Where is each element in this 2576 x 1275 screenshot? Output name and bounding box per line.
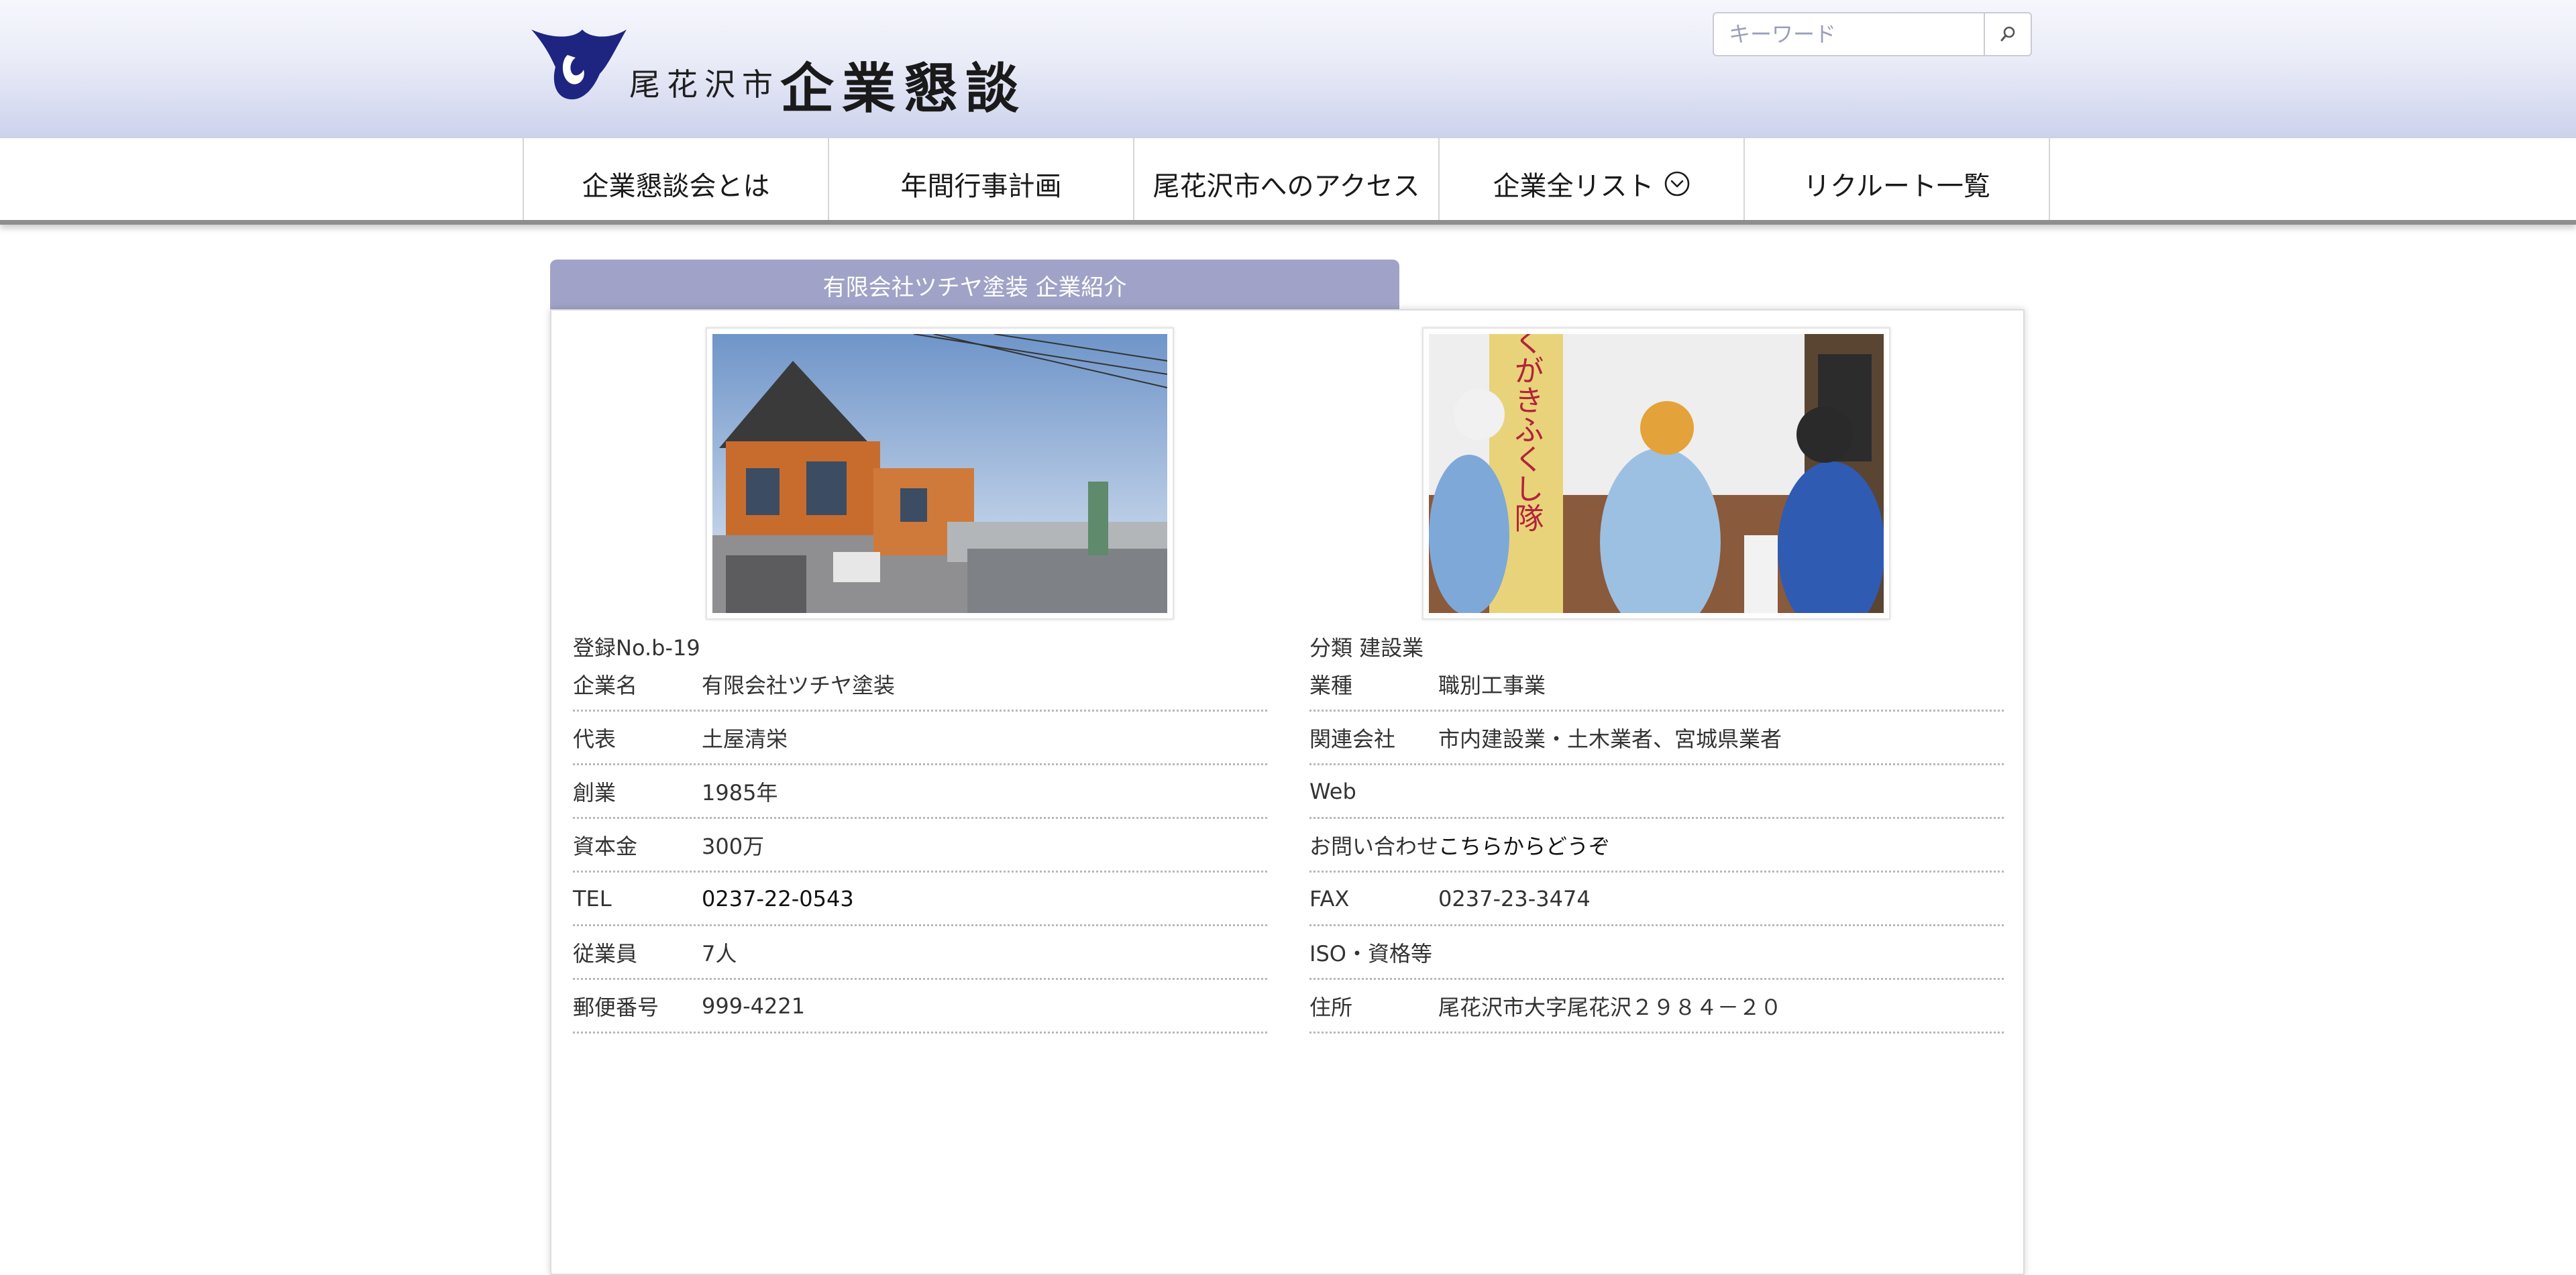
phone-link[interactable]: 0237-22-0543 <box>702 886 854 911</box>
nav-item-recruit[interactable]: リクルート一覧 <box>1745 138 2050 220</box>
workers-image: らくがきふくし隊 <box>1429 334 1884 613</box>
table-row: TEL 0237-22-0543 <box>573 873 1267 926</box>
row-label: 資本金 <box>573 833 638 859</box>
row-value: 7人 <box>702 940 737 966</box>
company-title: 有限会社ツチヤ塗装 企業紹介 <box>822 274 1127 301</box>
table-row: 創業 1985年 <box>573 765 1267 819</box>
row-label: 創業 <box>573 779 616 806</box>
row-value: 300万 <box>702 833 765 859</box>
chevron-down-icon <box>1664 171 1689 197</box>
row-value: 市内建設業・土木業者、宮城県業者 <box>1438 726 1782 752</box>
building-image <box>712 334 1167 613</box>
row-label: FAX <box>1309 885 1350 911</box>
table-row: FAX 0237-23-3474 <box>1309 873 2004 926</box>
row-value: 有限会社ツチヤ塗装 <box>702 672 896 698</box>
nav-item-label: 年間行事計画 <box>900 171 1062 202</box>
banner-text: らくがきふくし隊 <box>1509 334 1544 533</box>
nav-item-about[interactable]: 企業懇談会とは <box>524 138 829 220</box>
table-row: 企業名 有限会社ツチヤ塗装 <box>573 658 1267 712</box>
row-value: 1985年 <box>702 779 778 806</box>
row-label: 住所 <box>1309 994 1353 1020</box>
table-row: Web <box>1309 765 2004 819</box>
site-logo[interactable]: 尾花沢市 企業懇談会 <box>529 25 1065 198</box>
nav-item-label: 尾花沢市へのアクセス <box>1152 171 1420 202</box>
row-label: ISO・資格等 <box>1309 940 1432 966</box>
search-icon <box>2000 26 2015 42</box>
work-photo[interactable]: らくがきふくし隊 <box>1422 327 1890 620</box>
row-label: お問い合わせ <box>1309 833 1439 859</box>
main-nav: 企業懇談会とは 年間行事計画 尾花沢市へのアクセス 企業全リスト リクルート一覧 <box>0 138 2576 225</box>
nav-item-label: 企業全リスト <box>1493 171 1654 202</box>
row-label: 代表 <box>573 726 616 752</box>
table-row: 代表 土屋清栄 <box>573 712 1267 765</box>
building-photo[interactable] <box>706 327 1174 620</box>
row-value: 尾花沢市大字尾花沢２９８４－２０ <box>1438 994 1782 1020</box>
row-value: 土屋清栄 <box>702 726 788 752</box>
table-row: 住所 尾花沢市大字尾花沢２９８４－２０ <box>1309 980 2004 1034</box>
search-box <box>1713 12 2032 56</box>
row-value: 0237-23-3474 <box>1438 885 1591 911</box>
city-emblem-icon <box>531 30 627 100</box>
row-label: 企業名 <box>573 672 638 698</box>
company-detail-table: 企業名 有限会社ツチヤ塗装 代表 土屋清栄 創業 1985年 資本金 300万 … <box>573 658 1267 1034</box>
company-detail-table-right: 業種 職別工事業 関連会社 市内建設業・土木業者、宮城県業者 Web お問い合わ… <box>1309 658 2004 1034</box>
row-label: Web <box>1309 778 1356 804</box>
nav-list: 企業懇談会とは 年間行事計画 尾花沢市へのアクセス 企業全リスト リクルート一覧 <box>523 138 2050 220</box>
search-button[interactable] <box>1984 12 2032 56</box>
search-input[interactable] <box>1713 12 1984 56</box>
table-row: お問い合わせ こちらからどうぞ <box>1309 819 2004 873</box>
table-row: ISO・資格等 <box>1309 926 2004 980</box>
contact-link[interactable]: こちらからどうぞ <box>1438 830 1610 861</box>
row-label: 郵便番号 <box>573 994 659 1020</box>
nav-item-label: リクルート一覧 <box>1803 171 1990 202</box>
row-label: 従業員 <box>573 940 638 966</box>
company-card: 登録No.b-19 企業名 有限会社ツチヤ塗装 代表 土屋清栄 創業 1985年… <box>550 309 2025 1275</box>
row-value: 999-4221 <box>702 993 806 1019</box>
table-row: 関連会社 市内建設業・土木業者、宮城県業者 <box>1309 712 2004 765</box>
nav-item-access[interactable]: 尾花沢市へのアクセス <box>1134 138 1440 220</box>
row-value: 職別工事業 <box>1438 672 1546 698</box>
nav-item-annual-plan[interactable]: 年間行事計画 <box>829 138 1134 220</box>
site-header: 尾花沢市 企業懇談会 <box>0 0 2576 198</box>
table-row: 従業員 7人 <box>573 926 1267 980</box>
company-title-tab: 有限会社ツチヤ塗装 企業紹介 <box>550 260 1399 311</box>
row-label: TEL <box>573 885 612 911</box>
row-label: 業種 <box>1309 672 1353 698</box>
table-row: 資本金 300万 <box>573 819 1267 873</box>
table-row: 郵便番号 999-4221 <box>573 980 1267 1034</box>
row-label: 関連会社 <box>1309 726 1396 752</box>
logo-city-name: 尾花沢市 <box>629 66 780 103</box>
nav-item-company-list[interactable]: 企業全リスト <box>1440 138 1745 220</box>
table-row: 業種 職別工事業 <box>1309 658 2004 712</box>
nav-item-label: 企業懇談会とは <box>582 171 770 202</box>
